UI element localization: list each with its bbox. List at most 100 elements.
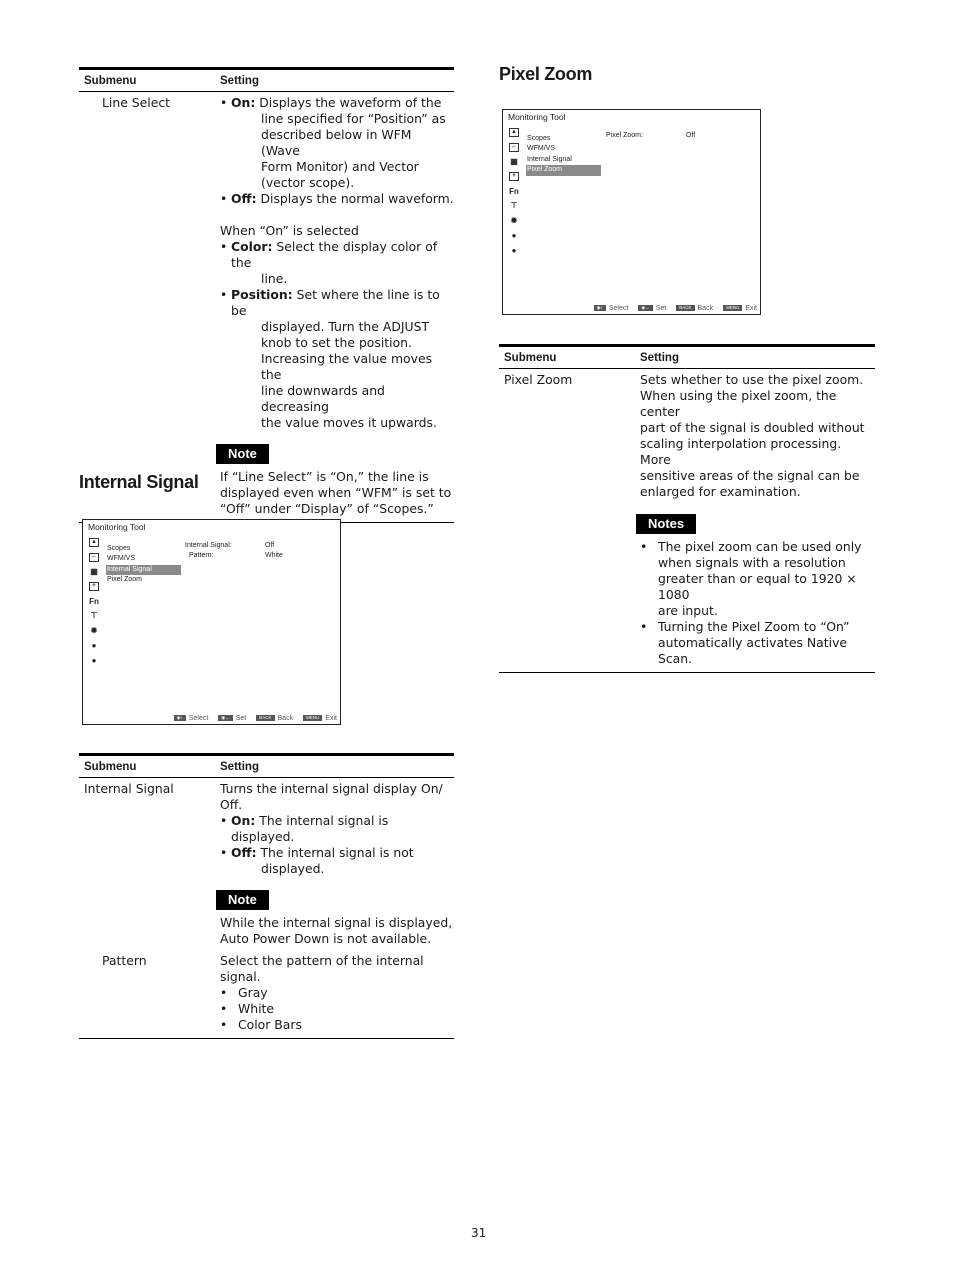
param-value-pattern[interactable]: White — [265, 551, 283, 561]
on-text-cont: line specified for “Position” as describ… — [220, 111, 454, 191]
bullet-off: • Off: Displays the normal waveform. — [220, 191, 454, 206]
heading-pixel-zoom: Pixel Zoom — [499, 64, 593, 84]
param-value-pixel-zoom[interactable]: Off — [686, 131, 695, 141]
note-text-line: Auto Power Down is not available. — [220, 931, 432, 946]
person-icon: ▲ — [508, 127, 520, 142]
off-text: Displays the normal waveform. — [260, 191, 454, 206]
bullet-off: • Off: The internal signal is not — [220, 845, 414, 860]
menu-item-scopes[interactable]: Scopes — [526, 134, 601, 144]
text-line: (vector scope). — [261, 175, 355, 190]
menu-item-internal-signal[interactable]: Internal Signal — [106, 564, 181, 576]
footer-label: Exit — [325, 715, 337, 722]
footer-set: ◉← Set — [218, 715, 246, 722]
back-key-icon: BACK — [256, 715, 275, 722]
bullet-on: • On: The internal signal is displayed. — [220, 813, 389, 844]
text-line: line downwards and decreasing — [261, 383, 385, 414]
submenu-line-select: Line Select — [102, 95, 170, 110]
menu-item-pixel-zoom[interactable]: Pixel Zoom — [526, 165, 601, 176]
setting-cell: Select the pattern of the internal signa… — [216, 953, 454, 1033]
text-line: enlarged for examination. — [640, 484, 801, 499]
display-icon: ⊤ — [90, 611, 98, 621]
text-line: greater than or equal to 1920 × 1080 — [658, 571, 857, 602]
menu-item-wfm-vs[interactable]: WFM/VS — [106, 554, 181, 564]
footer-back: BACK Back — [256, 715, 293, 722]
text-line: the value moves it upwards. — [261, 415, 437, 430]
footer-label: Set — [235, 715, 247, 722]
menu-key-icon: MENU — [723, 305, 743, 312]
header-submenu: Submenu — [84, 74, 137, 87]
header-submenu: Submenu — [504, 351, 557, 364]
menu-item-wfm-vs[interactable]: WFM/VS — [526, 144, 601, 154]
off-label: Off: — [231, 845, 257, 860]
off-label: Off: — [231, 191, 257, 206]
wrench-icon: ● — [511, 230, 517, 240]
screen-footer: ◉↕ Select ◉← Set BACK Back MENU Exit — [173, 715, 337, 722]
input-icon: + — [508, 171, 520, 186]
text-line: automatically activates Native Scan. — [658, 635, 848, 666]
color-label: Color: — [231, 239, 273, 254]
header-setting: Setting — [640, 351, 679, 364]
internal-signal-table: Submenu Setting Internal Signal Turns th… — [79, 753, 454, 1039]
menu-item-internal-signal[interactable]: Internal Signal — [526, 155, 601, 165]
text-line: If “Line Select” is “On,” the line is — [220, 469, 429, 484]
text-line: are input. — [658, 603, 718, 618]
table-row: Pixel Zoom Sets whether to use the pixel… — [499, 369, 875, 673]
footer-label: Exit — [745, 305, 757, 312]
notes-badge: Notes — [636, 514, 697, 534]
text-line: Form Monitor) and Vector — [261, 159, 419, 174]
text-line: displayed. Turn the ADJUST — [261, 319, 430, 334]
gear-icon: ✹ — [510, 216, 518, 226]
text-line: part of the signal is doubled without — [640, 420, 865, 435]
back-key-icon: BACK — [676, 305, 695, 312]
text-line: when signals with a resolution — [658, 555, 846, 570]
on-label: On: — [231, 813, 256, 828]
header-setting: Setting — [220, 760, 259, 773]
person-icon: ▲ — [88, 537, 100, 552]
setting-cell: Turns the internal signal display On/ Of… — [216, 781, 454, 947]
option-white: • White — [220, 1001, 275, 1016]
waveform-icon: ⌐ — [88, 552, 100, 567]
param-value-internal-signal[interactable]: Off — [265, 541, 274, 551]
off-text: The internal signal is not — [260, 845, 414, 860]
param-label-internal-signal: Internal Signal: — [185, 542, 232, 549]
select-key-icon: ◉↕ — [593, 305, 606, 312]
footer-label: Set — [655, 305, 667, 312]
footer-label: Back — [277, 715, 294, 722]
fn-icon: Fn — [509, 186, 519, 196]
footer-select: ◉↕ Select — [593, 305, 628, 312]
footer-select: ◉↕ Select — [173, 715, 208, 722]
grid-icon: ▦ — [90, 567, 98, 577]
footer-exit: MENU Exit — [723, 305, 757, 312]
footer-label: Back — [697, 305, 714, 312]
text-line: scaling interpolation processing. More — [640, 436, 842, 467]
on-text: The internal signal is displayed. — [231, 813, 389, 844]
text-line: Increasing the value moves the — [261, 351, 433, 382]
screen-title: Monitoring Tool — [88, 522, 146, 532]
option-gray: • Gray — [220, 985, 268, 1000]
footer-back: BACK Back — [676, 305, 713, 312]
set-key-icon: ◉← — [218, 715, 233, 722]
text-line: Sets whether to use the pixel zoom. — [640, 372, 864, 387]
waveform-icon: ⌐ — [508, 142, 520, 157]
select-key-icon: ◉↕ — [173, 715, 186, 722]
screen-menu: Scopes WFM/VS Internal Signal Pixel Zoom — [526, 134, 601, 176]
screen-menu: Scopes WFM/VS Internal Signal Pixel Zoom — [106, 544, 181, 586]
text-line: sensitive areas of the signal can be — [640, 468, 860, 483]
color-text-cont: line. — [220, 271, 454, 287]
submenu-pixel-zoom: Pixel Zoom — [504, 372, 573, 387]
screen-footer: ◉↕ Select ◉← Set BACK Back MENU Exit — [593, 305, 757, 312]
note-text-line: While the internal signal is displayed, — [220, 915, 453, 930]
gear-icon: ✹ — [90, 626, 98, 636]
on-label: On: — [231, 95, 256, 110]
page-number: 31 — [471, 1226, 487, 1240]
menu-item-scopes[interactable]: Scopes — [106, 544, 181, 554]
header-setting: Setting — [220, 74, 259, 87]
bullet-position: • Position: Set where the line is to be — [220, 287, 440, 318]
option-label: White — [238, 1001, 275, 1016]
position-label: Position: — [231, 287, 293, 302]
text-line: line. — [261, 271, 288, 286]
menu-key-icon: MENU — [303, 715, 323, 722]
param-label-pattern: Pattern: — [189, 552, 214, 559]
menu-item-pixel-zoom[interactable]: Pixel Zoom — [106, 575, 181, 585]
submenu-pattern: Pattern — [102, 953, 147, 968]
